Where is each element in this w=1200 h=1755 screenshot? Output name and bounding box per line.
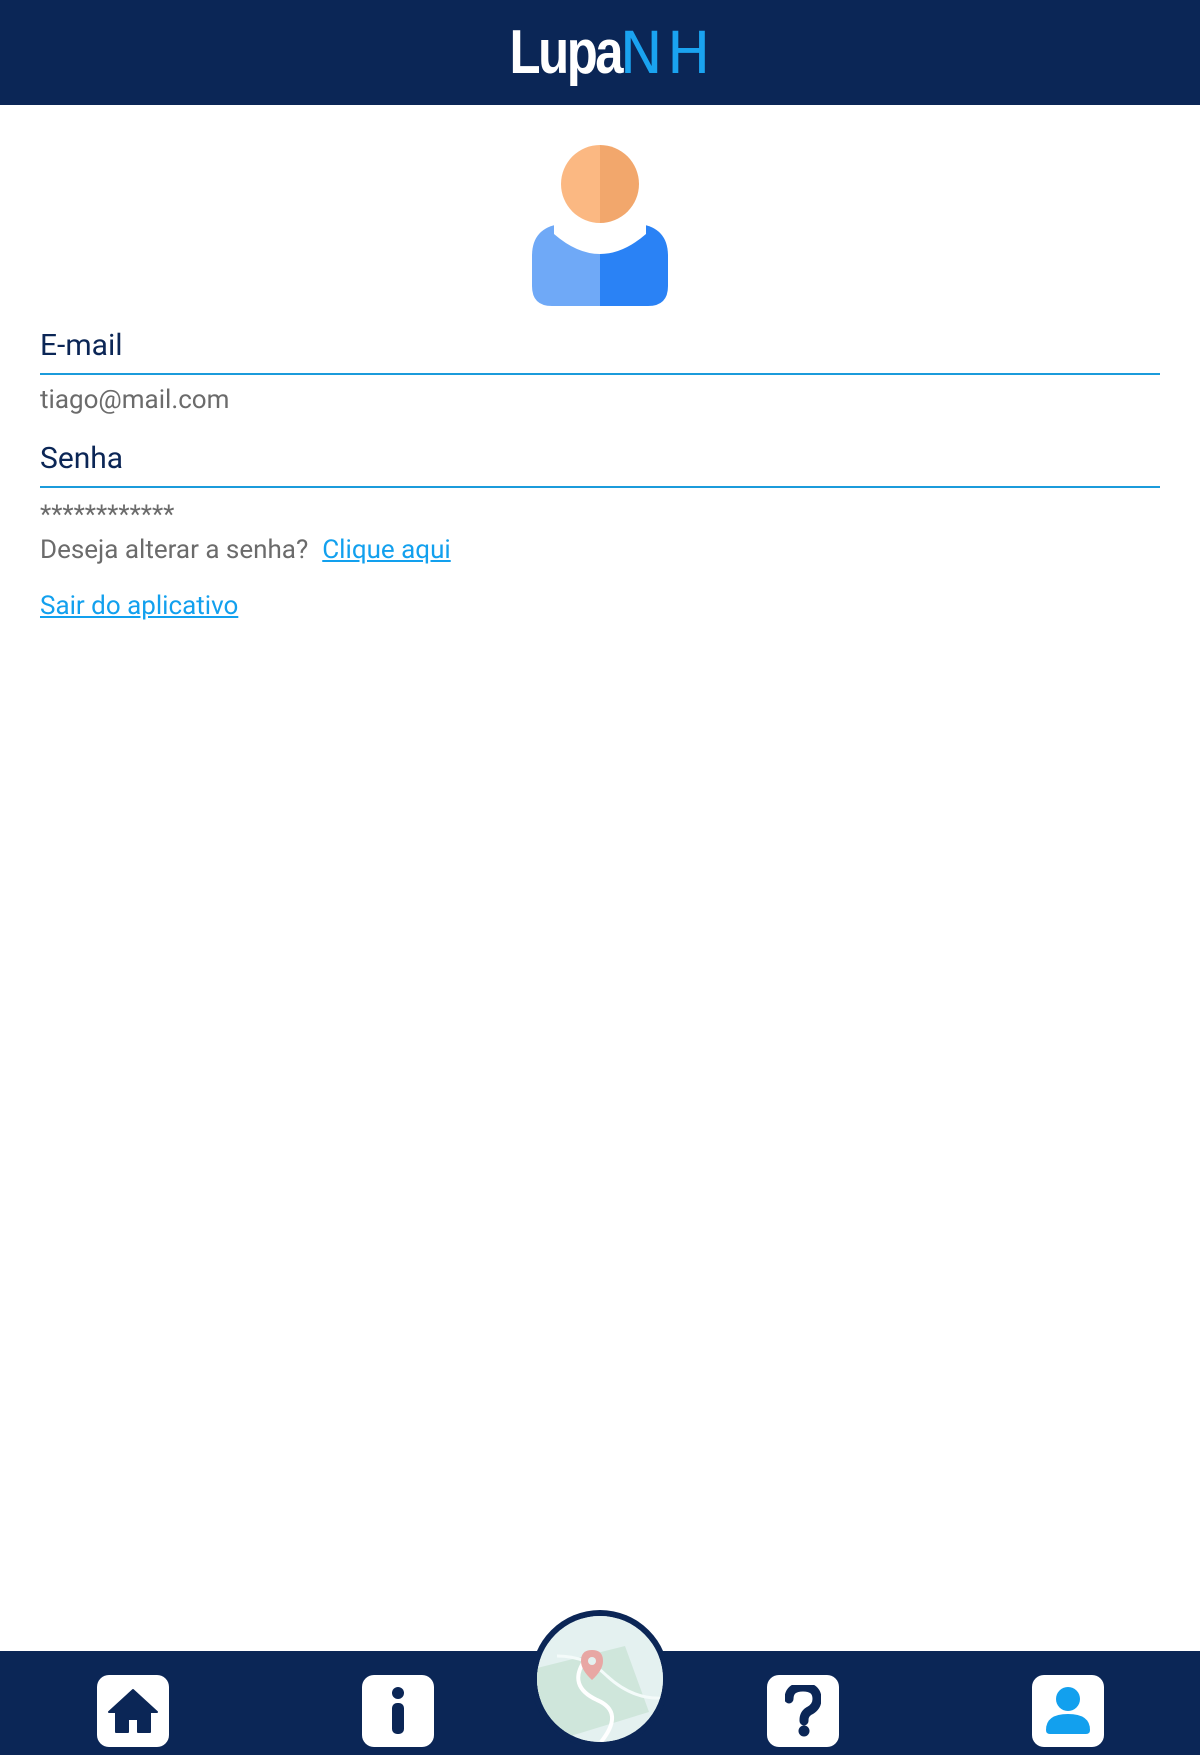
email-value: tiago@mail.com (40, 385, 230, 415)
map-icon (537, 1616, 663, 1742)
logo-text-lupa: Lupa (509, 17, 624, 87)
password-value: ************ (40, 500, 175, 530)
nav-map-button[interactable] (531, 1610, 669, 1748)
help-icon (785, 1685, 821, 1737)
app-header: Lupa NH (0, 0, 1200, 105)
user-icon (1046, 1687, 1090, 1734)
password-label: Senha (40, 441, 1160, 488)
change-password-link[interactable]: Clique aqui (322, 535, 451, 565)
nav-home-button[interactable] (97, 1675, 169, 1747)
logo-text-nh: NH (619, 18, 715, 87)
nav-help-button[interactable] (767, 1675, 839, 1747)
home-icon (108, 1689, 158, 1733)
map-thumbnail (537, 1616, 663, 1742)
logout-link[interactable]: Sair do aplicativo (40, 591, 238, 621)
change-password-prompt: Deseja alterar a senha? (40, 535, 309, 565)
app-logo: Lupa NH (485, 17, 715, 87)
nav-profile-button[interactable] (1032, 1675, 1104, 1747)
change-password-row: Deseja alterar a senha? Clique aqui (40, 535, 451, 565)
nav-info-button[interactable] (362, 1675, 434, 1747)
email-label: E-mail (40, 328, 1160, 375)
info-icon (392, 1687, 404, 1734)
logout-row: Sair do aplicativo (40, 591, 238, 621)
user-avatar-icon (532, 144, 668, 306)
